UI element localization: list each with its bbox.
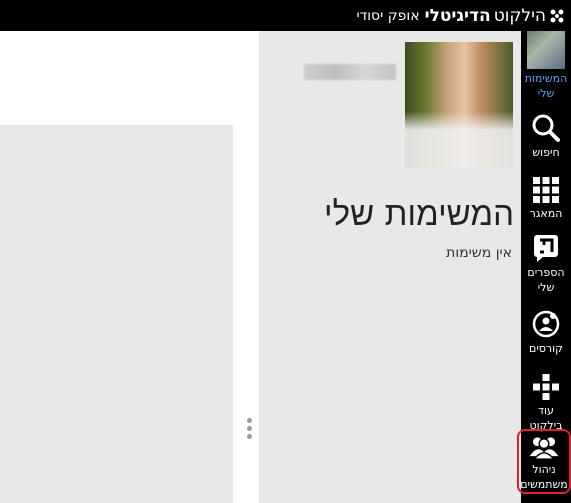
brand[interactable]: הילקוט הדיגיטלי אופק יסודי	[356, 0, 565, 31]
user-name-blurred	[304, 64, 396, 80]
brand-mode: אופק יסודי	[356, 7, 420, 24]
sidebar: המשימות שלי חיפוש המאגר הספרים שלי קורסי…	[517, 31, 571, 503]
sidebar-item-label: המשימות שלי	[524, 72, 568, 100]
side-panel	[0, 125, 233, 503]
logo-icon	[550, 9, 564, 22]
sidebar-item-label: קורסים	[529, 342, 563, 355]
sidebar-item-label: ניהול משתמשים	[520, 463, 568, 491]
sidebar-item-courses[interactable]: קורסים	[521, 309, 571, 356]
top-bar: הילקוט הדיגיטלי אופק יסודי	[0, 0, 571, 31]
sidebar-item-repository[interactable]: המאגר	[521, 176, 571, 221]
search-icon	[532, 114, 560, 142]
users-icon	[529, 437, 559, 460]
sidebar-item-my-books[interactable]: הספרים שלי	[521, 233, 571, 295]
empty-tasks-message: אין משימות	[446, 245, 512, 261]
sidebar-item-label: חיפוש	[532, 146, 560, 159]
plus-blocks-icon	[533, 374, 559, 400]
sidebar-item-search[interactable]: חיפוש	[521, 113, 571, 160]
brand-name-bold: הדיגיטלי	[424, 5, 491, 26]
sidebar-item-more[interactable]: עוד בילקוט	[521, 373, 571, 433]
sidebar-item-label: הספרים שלי	[527, 266, 565, 294]
profile-photo	[405, 42, 513, 168]
books-icon	[534, 235, 558, 262]
sidebar-item-my-tasks[interactable]: המשימות שלי	[521, 31, 571, 101]
panel-resize-handle[interactable]	[245, 418, 253, 442]
page-title: המשימות שלי	[324, 194, 514, 233]
brand-name: הילקוט	[493, 5, 546, 26]
sidebar-item-label: המאגר	[529, 207, 563, 220]
avatar	[527, 31, 565, 69]
courses-icon	[532, 310, 560, 338]
sidebar-item-user-management[interactable]: ניהול משתמשים	[517, 429, 571, 494]
grid-icon	[533, 177, 559, 203]
